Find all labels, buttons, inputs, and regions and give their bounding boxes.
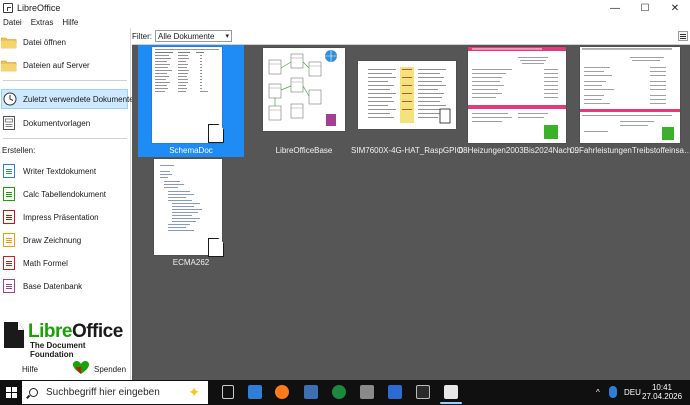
calc-icon — [1, 186, 17, 202]
language-indicator[interactable]: DEU — [624, 380, 641, 405]
draw-icon — [1, 232, 17, 248]
recent-document-tile[interactable]: 08Heizungen2003Bis2024Nach… — [459, 45, 579, 157]
clock-date: 27.04.2026 — [642, 392, 683, 401]
recent-document-tile[interactable]: SchemaDoc — [138, 45, 244, 157]
filter-bar: Filter: Alle Dokumente ▾ — [132, 28, 690, 45]
windows-taskbar: Suchbegriff hier eingeben ✦ ^ DEU 10:41 … — [0, 380, 690, 405]
search-placeholder: Suchbegriff hier eingeben — [46, 387, 160, 398]
document-name: 09FahrleistungenTreibstoffeinsa… — [570, 146, 690, 155]
close-button[interactable]: ✕ — [660, 0, 690, 16]
open-file-button[interactable]: Datei öffnen — [0, 32, 131, 52]
document-foundation-logo-icon — [4, 322, 24, 348]
document-name: SIM7600X-4G-HAT_RaspGPIO — [351, 146, 463, 155]
create-math-label: Math Formel — [23, 258, 68, 268]
recent-document-tile[interactable]: ECMA262 — [138, 157, 244, 269]
filter-value: Alle Dokumente — [158, 31, 215, 41]
folder-remote-icon — [1, 57, 17, 73]
terminal-icon[interactable] — [416, 385, 430, 399]
remote-files-button[interactable]: Dateien auf Server — [0, 55, 131, 75]
filter-dropdown[interactable]: Alle Dokumente ▾ — [155, 30, 232, 42]
recent-document-tile[interactable]: LibreOfficeBase — [251, 45, 357, 157]
create-draw-button[interactable]: Draw Zeichnung — [0, 230, 131, 250]
logo-libre: Libre — [28, 321, 72, 342]
recent-document-tile[interactable]: SIM7600X-4G-HAT_RaspGPIO — [351, 45, 463, 157]
logo-office: Office — [71, 321, 123, 342]
menu-extras[interactable]: Extras — [31, 18, 54, 27]
open-file-label: Datei öffnen — [23, 37, 66, 47]
templates-icon — [1, 115, 17, 131]
document-preview — [580, 47, 680, 143]
sparkle-icon: ✦ — [188, 384, 200, 400]
clock-time: 10:41 — [651, 383, 673, 392]
logo-subtitle: The Document Foundation — [30, 341, 86, 359]
create-writer-label: Writer Textdokument — [23, 166, 97, 176]
window-title: LibreOffice — [17, 3, 61, 13]
document-name: SchemaDoc — [169, 146, 213, 155]
task-view-icon[interactable] — [222, 385, 234, 399]
document-name: 08Heizungen2003Bis2024Nach… — [458, 146, 580, 155]
window-controls: — ☐ ✕ — [600, 0, 690, 16]
title-bar: LibreOffice — ☐ ✕ — [0, 0, 690, 16]
app-icon[interactable] — [304, 385, 318, 399]
clock-icon — [3, 91, 17, 107]
file-explorer-icon[interactable] — [248, 385, 262, 399]
tray-overflow-chevron[interactable]: ^ — [596, 380, 600, 405]
create-calc-label: Calc Tabellendokument — [23, 189, 107, 199]
templates-button[interactable]: Dokumentvorlagen — [0, 113, 131, 133]
document-preview — [468, 47, 566, 143]
libreoffice-logo: LibreOffice The Document Foundation — [0, 320, 131, 360]
taskbar-search-box[interactable]: Suchbegriff hier eingeben ✦ — [22, 381, 208, 404]
app-icon[interactable] — [360, 385, 374, 399]
libreoffice-app-icon — [3, 3, 13, 13]
menu-bar: Datei Extras Hilfe — [0, 16, 690, 28]
minimize-button[interactable]: — — [600, 0, 630, 16]
create-base-label: Base Datenbank — [23, 281, 83, 291]
recent-document-tile[interactable]: 09FahrleistungenTreibstoffeinsa… — [570, 45, 690, 157]
search-icon — [29, 388, 38, 397]
create-writer-button[interactable]: Writer Textdokument — [0, 161, 131, 181]
writer-icon — [1, 163, 17, 179]
heart-icon[interactable] — [73, 361, 89, 375]
filter-label: Filter: — [132, 31, 152, 41]
browser-icon[interactable] — [332, 385, 346, 399]
sidebar-divider — [3, 138, 127, 139]
sidebar-divider — [3, 80, 127, 81]
firefox-icon[interactable] — [275, 385, 289, 399]
create-math-button[interactable]: Math Formel — [0, 253, 131, 273]
folder-open-icon — [1, 34, 17, 50]
remote-files-label: Dateien auf Server — [23, 60, 90, 70]
bluetooth-icon[interactable] — [609, 386, 617, 398]
app-icon[interactable] — [388, 385, 402, 399]
document-preview — [263, 48, 345, 131]
create-section-label: Erstellen: — [2, 146, 36, 155]
base-icon — [1, 278, 17, 294]
menu-datei[interactable]: Datei — [3, 18, 22, 27]
libreoffice-taskbar-icon[interactable] — [444, 385, 458, 399]
sidebar-footer: Hilfe Spenden — [0, 358, 131, 380]
math-icon — [1, 255, 17, 271]
help-button[interactable]: Hilfe — [22, 365, 38, 374]
recent-documents-grid: SchemaDoc LibreOfficeBase SIM7600X-4G-HA… — [132, 45, 690, 380]
create-base-button[interactable]: Base Datenbank — [0, 276, 131, 296]
recent-documents-button[interactable]: Zuletzt verwendete Dokumente — [1, 89, 134, 109]
document-name: ECMA262 — [172, 258, 210, 267]
create-calc-button[interactable]: Calc Tabellendokument — [0, 184, 131, 204]
templates-label: Dokumentvorlagen — [23, 118, 91, 128]
chevron-down-icon: ▾ — [225, 33, 229, 40]
active-app-indicator — [440, 402, 462, 404]
document-preview — [358, 61, 456, 129]
impress-icon — [1, 209, 17, 225]
windows-start-icon[interactable] — [6, 387, 17, 398]
hamburger-menu-icon[interactable] — [678, 31, 688, 41]
system-clock[interactable]: 10:41 27.04.2026 — [642, 383, 682, 401]
recent-documents-label: Zuletzt verwendete Dokumente — [23, 94, 134, 104]
donate-button[interactable]: Spenden — [94, 365, 126, 374]
create-impress-label: Impress Präsentation — [23, 212, 99, 222]
create-impress-button[interactable]: Impress Präsentation — [0, 207, 131, 227]
menu-hilfe[interactable]: Hilfe — [62, 18, 78, 27]
maximize-button[interactable]: ☐ — [630, 0, 660, 16]
create-draw-label: Draw Zeichnung — [23, 235, 82, 245]
